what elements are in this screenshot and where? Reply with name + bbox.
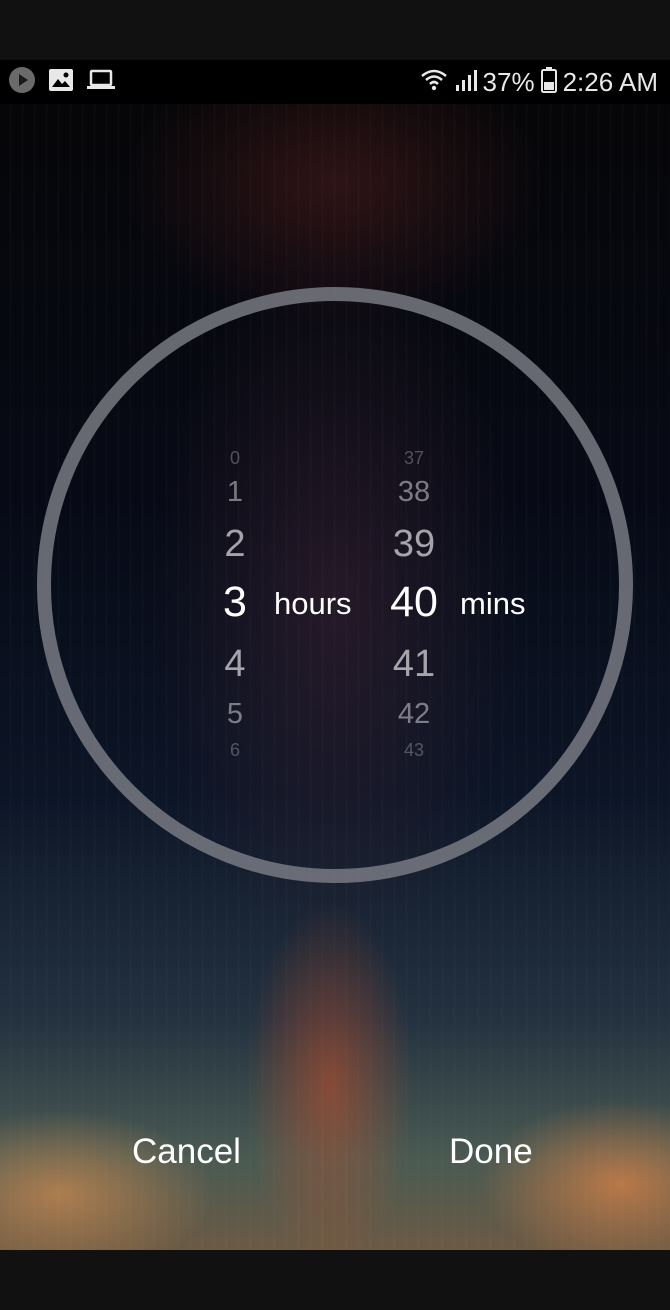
clock-time: 2:26 AM [562,67,658,97]
hours-option[interactable]: 6 [175,741,295,759]
minutes-option[interactable]: 43 [354,741,474,759]
hours-unit-label: hours [274,586,352,621]
status-bar: 37% 2:26 AM [0,60,670,104]
gallery-icon [48,68,74,97]
signal-icon [455,68,477,96]
timer-dial-ring [37,287,633,883]
cancel-button[interactable]: Cancel [132,1134,241,1169]
minutes-option[interactable]: 42 [354,700,474,729]
hours-option[interactable]: 2 [175,525,295,563]
top-bar [0,0,670,60]
minutes-option[interactable]: 41 [354,645,474,683]
wifi-icon [419,68,449,96]
hours-option[interactable]: 0 [175,449,295,467]
hours-option[interactable]: 4 [175,645,295,683]
status-right: 37% 2:26 AM [419,67,658,97]
hours-option[interactable]: 5 [175,700,295,729]
play-icon [8,66,36,99]
minutes-selected[interactable]: 40 [354,581,474,624]
bottom-bar [0,1250,670,1310]
minutes-option[interactable]: 39 [354,525,474,563]
hours-option[interactable]: 1 [175,478,295,507]
status-left-icons [8,66,116,99]
battery-icon [540,67,557,97]
minutes-option[interactable]: 38 [354,478,474,507]
laptop-icon [86,68,116,97]
minutes-option[interactable]: 37 [354,449,474,467]
done-button[interactable]: Done [449,1134,533,1169]
battery-percent: 37% [482,67,535,97]
minutes-unit-label: mins [460,586,526,621]
timer-screen: 0 1 2 3 4 5 6 hours 37 38 39 40 41 42 43… [0,104,670,1250]
